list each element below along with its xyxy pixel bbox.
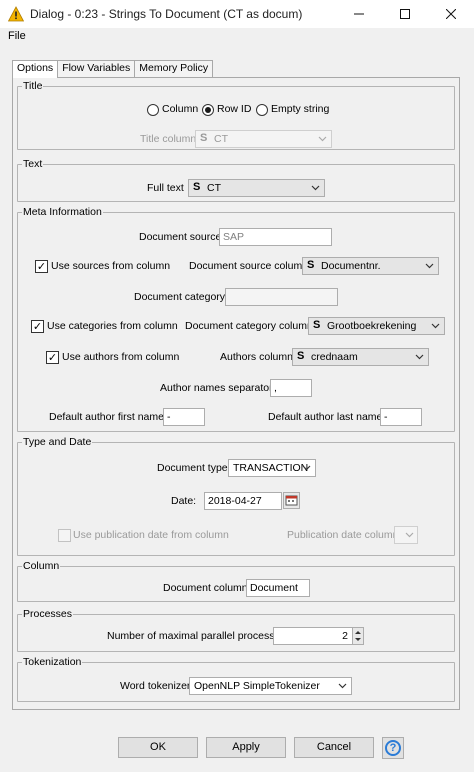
default-last-label: Default author last name [268, 411, 383, 423]
column-group-legend: Column [23, 560, 60, 572]
doc-column-input[interactable]: Document [246, 579, 310, 597]
chevron-down-icon [405, 532, 414, 538]
chevron-down-icon [425, 263, 434, 269]
tab-strip: Options Flow Variables Memory Policy [12, 60, 214, 78]
date-picker-button[interactable] [283, 492, 300, 509]
title-column-value: CT [214, 133, 228, 145]
chevron-down-icon [311, 185, 320, 191]
authors-col-label: Authors column [220, 351, 293, 363]
string-type-icon: S [313, 319, 321, 331]
max-parallel-input[interactable]: 2 [273, 627, 353, 645]
doc-category-col-label: Document category column [185, 320, 313, 332]
use-categories-label: Use categories from column [47, 320, 178, 332]
tokenization-group-legend: Tokenization [23, 656, 82, 668]
chevron-down-icon [318, 136, 327, 142]
author-sep-label: Author names separator [160, 382, 273, 394]
window-title: Dialog - 0:23 - Strings To Document (CT … [30, 7, 303, 21]
text-group-legend: Text [23, 158, 43, 170]
doc-column-label: Document column: [163, 582, 251, 594]
maximize-icon [400, 9, 410, 19]
full-text-select[interactable]: S CT [188, 179, 325, 197]
radio-row-id-label: Row ID [217, 103, 252, 115]
processes-group-legend: Processes [23, 608, 73, 620]
string-type-icon: S [200, 132, 208, 144]
word-tokenizer-value: OpenNLP SimpleTokenizer [194, 680, 320, 692]
pub-date-col-label: Publication date column [287, 529, 399, 541]
use-sources-checkbox[interactable]: ✓ [35, 260, 48, 273]
title-column-label: Title column [140, 133, 197, 145]
close-button[interactable] [428, 0, 474, 28]
menu-file[interactable]: File [8, 30, 26, 42]
calendar-icon [285, 495, 298, 506]
word-tokenizer-select[interactable]: OpenNLP SimpleTokenizer [189, 677, 352, 695]
max-parallel-label: Number of maximal parallel processes [107, 630, 286, 642]
use-pub-date-checkbox[interactable] [58, 529, 71, 542]
full-text-value: CT [207, 182, 221, 194]
default-first-label: Default author first name [49, 411, 164, 423]
max-parallel-spinner[interactable] [352, 627, 364, 645]
cancel-button[interactable]: Cancel [294, 737, 374, 758]
menu-bar: File [0, 28, 474, 46]
ok-button[interactable]: OK [118, 737, 198, 758]
column-group: Column [17, 560, 455, 602]
meta-group-legend: Meta Information [23, 206, 102, 218]
use-authors-label: Use authors from column [62, 351, 180, 363]
radio-column[interactable] [147, 104, 159, 116]
use-sources-label: Use sources from column [51, 260, 171, 272]
doc-type-value: TRANSACTION [233, 462, 309, 474]
use-categories-checkbox[interactable]: ✓ [31, 320, 44, 333]
title-column-select[interactable]: S CT [195, 130, 332, 148]
date-input[interactable]: 2018-04-27 [204, 492, 282, 510]
use-pub-date-label: Use publication date from column [73, 529, 229, 541]
doc-source-col-label: Document source column [189, 260, 309, 272]
authors-col-select[interactable]: S crednaam [292, 348, 429, 366]
full-text-label: Full text [147, 182, 184, 194]
word-tokenizer-label: Word tokenizer [120, 680, 191, 692]
doc-source-col-value: Documentnr. [321, 260, 381, 272]
help-icon: ? [385, 740, 401, 756]
default-first-input[interactable]: - [163, 408, 205, 426]
radio-empty-string-label: Empty string [271, 103, 330, 115]
doc-source-input[interactable]: SAP [219, 228, 332, 246]
author-sep-input[interactable]: , [270, 379, 312, 397]
minimize-icon [354, 13, 364, 15]
authors-col-value: crednaam [311, 351, 358, 363]
chevron-down-icon [338, 683, 347, 689]
doc-category-col-select[interactable]: S Grootboekrekening [308, 317, 445, 335]
chevron-down-icon [431, 323, 440, 329]
maximize-button[interactable] [382, 0, 428, 28]
warning-triangle-icon [8, 6, 24, 22]
spinner-arrows-icon [355, 631, 361, 641]
string-type-icon: S [307, 259, 315, 271]
radio-empty-string[interactable] [256, 104, 268, 116]
tab-flow-variables[interactable]: Flow Variables [57, 60, 136, 77]
date-label: Date: [171, 495, 197, 507]
tab-options[interactable]: Options [12, 60, 59, 78]
pub-date-col-select[interactable] [394, 526, 418, 544]
help-button[interactable]: ? [382, 737, 404, 759]
title-group-legend: Title [23, 80, 43, 92]
doc-category-label: Document category [134, 291, 226, 303]
doc-source-col-select[interactable]: S Documentnr. [302, 257, 439, 275]
doc-category-col-value: Grootboekrekening [327, 320, 417, 332]
string-type-icon: S [193, 181, 201, 193]
radio-row-id[interactable] [202, 104, 214, 116]
radio-column-label: Column [162, 103, 199, 115]
string-type-icon: S [297, 350, 305, 362]
tab-memory-policy[interactable]: Memory Policy [134, 60, 214, 77]
chevron-down-icon [302, 465, 311, 471]
default-last-input[interactable]: - [380, 408, 422, 426]
use-authors-checkbox[interactable]: ✓ [46, 351, 59, 364]
title-bar: Dialog - 0:23 - Strings To Document (CT … [0, 0, 474, 28]
type-date-group-legend: Type and Date [23, 436, 92, 448]
chevron-down-icon [415, 354, 424, 360]
doc-source-label: Document source [139, 231, 222, 243]
doc-type-select[interactable]: TRANSACTION [228, 459, 316, 477]
doc-category-input[interactable] [225, 288, 338, 306]
apply-button[interactable]: Apply [206, 737, 286, 758]
doc-type-label: Document type [157, 462, 228, 474]
minimize-button[interactable] [336, 0, 382, 28]
close-icon [446, 9, 456, 19]
